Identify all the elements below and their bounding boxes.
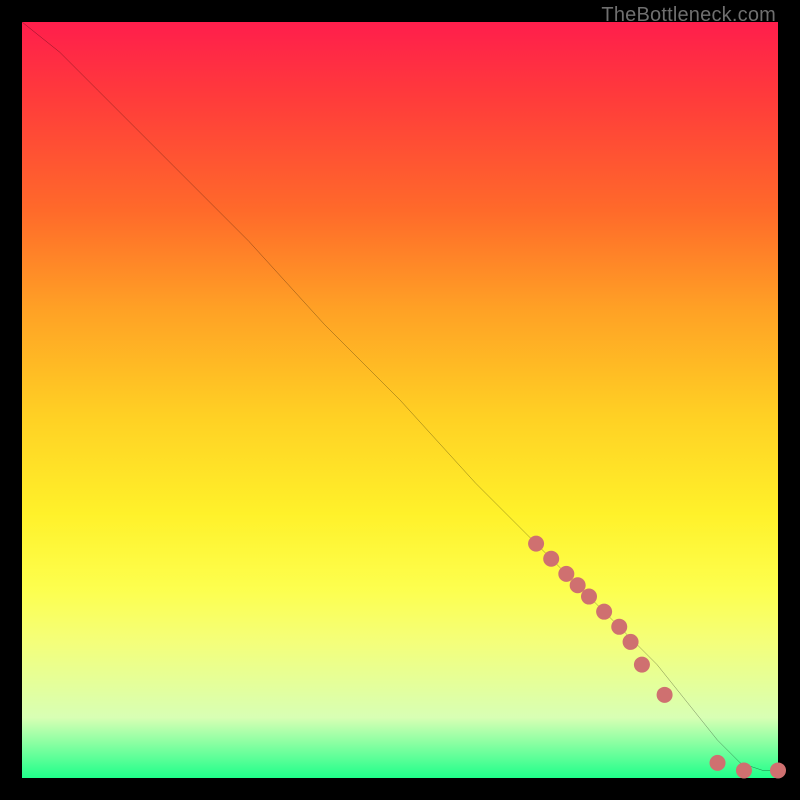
- data-point: [596, 604, 612, 620]
- curve-layer: [22, 22, 778, 770]
- data-point: [634, 657, 650, 673]
- data-point: [623, 634, 639, 650]
- data-point: [543, 551, 559, 567]
- data-point: [558, 566, 574, 582]
- chart-svg: [22, 22, 778, 778]
- data-point: [736, 762, 752, 778]
- data-point: [657, 687, 673, 703]
- data-point: [581, 589, 597, 605]
- data-point: [710, 755, 726, 771]
- data-point: [611, 619, 627, 635]
- data-point: [528, 536, 544, 552]
- chart-stage: TheBottleneck.com: [0, 0, 800, 800]
- data-point: [770, 762, 786, 778]
- watermark-text: TheBottleneck.com: [601, 4, 776, 27]
- main-curve: [22, 22, 778, 770]
- plot-area: [22, 22, 778, 778]
- data-point: [570, 577, 586, 593]
- marker-layer: [528, 536, 786, 779]
